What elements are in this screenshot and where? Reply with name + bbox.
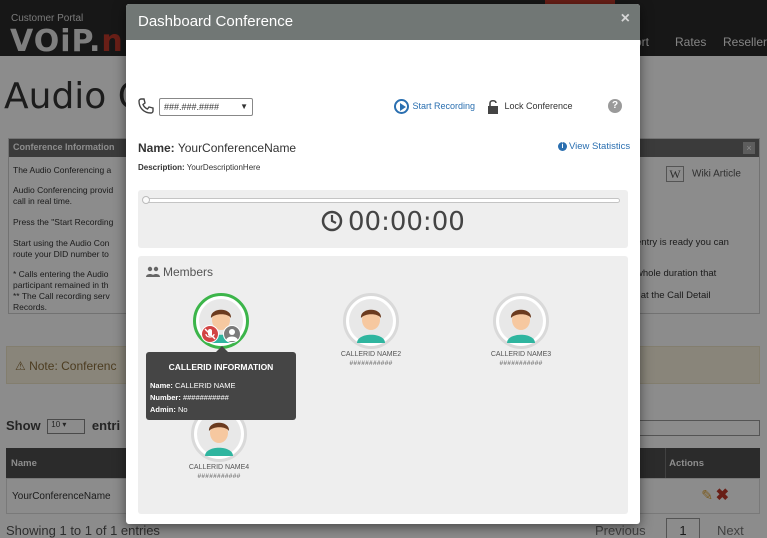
start-recording-button[interactable]: Start Recording bbox=[394, 99, 475, 114]
name-value: YourConferenceName bbox=[177, 141, 297, 155]
members-title: Members bbox=[163, 265, 214, 279]
help-icon[interactable]: ? bbox=[608, 99, 622, 113]
member-name: CALLERID NAME4 bbox=[188, 464, 250, 471]
tooltip-title: CALLERID INFORMATION bbox=[168, 362, 274, 372]
start-recording-label: Start Recording bbox=[412, 100, 476, 111]
name-label: Name: bbox=[138, 141, 175, 155]
timer-readout: 00:00:00 bbox=[348, 207, 465, 237]
phone-number-select[interactable]: ###.###.#### ▼ bbox=[159, 98, 253, 116]
member-card[interactable]: CALLERID NAME2 ########### bbox=[321, 293, 421, 367]
muted-microphone-icon[interactable] bbox=[201, 325, 219, 343]
view-statistics-label: View Statistics bbox=[569, 141, 631, 152]
users-icon bbox=[146, 266, 160, 277]
tooltip-name: Name: CALLERID NAME bbox=[150, 381, 236, 390]
member-name: CALLERID NAME3 bbox=[490, 351, 552, 358]
info-icon: i bbox=[558, 142, 567, 151]
conference-name: Name: YourConferenceName bbox=[138, 141, 296, 155]
member-avatar[interactable] bbox=[193, 293, 249, 349]
modal-title: Dashboard Conference bbox=[138, 13, 294, 30]
avatar-icon bbox=[499, 299, 543, 343]
lock-conference-label: Lock Conference bbox=[504, 100, 573, 111]
phone-number-value: ###.###.#### bbox=[164, 102, 220, 112]
unlock-icon bbox=[488, 99, 498, 114]
view-statistics-link[interactable]: i View Statistics bbox=[558, 141, 630, 152]
tooltip-number: Number: ########### bbox=[150, 393, 229, 402]
timer-progress-handle[interactable] bbox=[142, 196, 150, 204]
member-number: ########### bbox=[197, 473, 241, 480]
tooltip-admin: Admin: No bbox=[150, 405, 188, 414]
member-name: CALLERID NAME2 bbox=[340, 351, 402, 358]
member-number: ########### bbox=[349, 360, 393, 367]
member-card[interactable] bbox=[171, 293, 271, 349]
modal-close-icon[interactable]: × bbox=[621, 10, 630, 28]
conference-description: Description: YourDescriptionHere bbox=[138, 163, 260, 172]
timer-progress-track bbox=[146, 198, 620, 203]
admin-user-icon[interactable] bbox=[223, 325, 241, 343]
clock-icon bbox=[321, 210, 343, 232]
recording-timer-panel: 00:00:00 bbox=[138, 190, 628, 248]
modal-header: Dashboard Conference × bbox=[126, 4, 640, 40]
chevron-down-icon: ▼ bbox=[240, 102, 248, 111]
description-value: YourDescriptionHere bbox=[186, 163, 261, 172]
dashboard-conference-modal: Dashboard Conference × ###.###.#### ▼ St… bbox=[126, 4, 640, 524]
avatar-icon bbox=[349, 299, 393, 343]
member-number: ########### bbox=[499, 360, 543, 367]
lock-conference-button[interactable]: Lock Conference bbox=[487, 99, 573, 114]
phone-icon bbox=[138, 98, 154, 114]
member-avatar[interactable] bbox=[343, 293, 399, 349]
member-card[interactable]: CALLERID NAME3 ########### bbox=[471, 293, 571, 367]
member-avatar[interactable] bbox=[493, 293, 549, 349]
members-header: Members bbox=[146, 265, 213, 279]
play-circle-icon bbox=[394, 99, 409, 114]
callerid-tooltip: CALLERID INFORMATION Name: CALLERID NAME… bbox=[146, 346, 296, 420]
description-label: Description: bbox=[138, 163, 185, 172]
